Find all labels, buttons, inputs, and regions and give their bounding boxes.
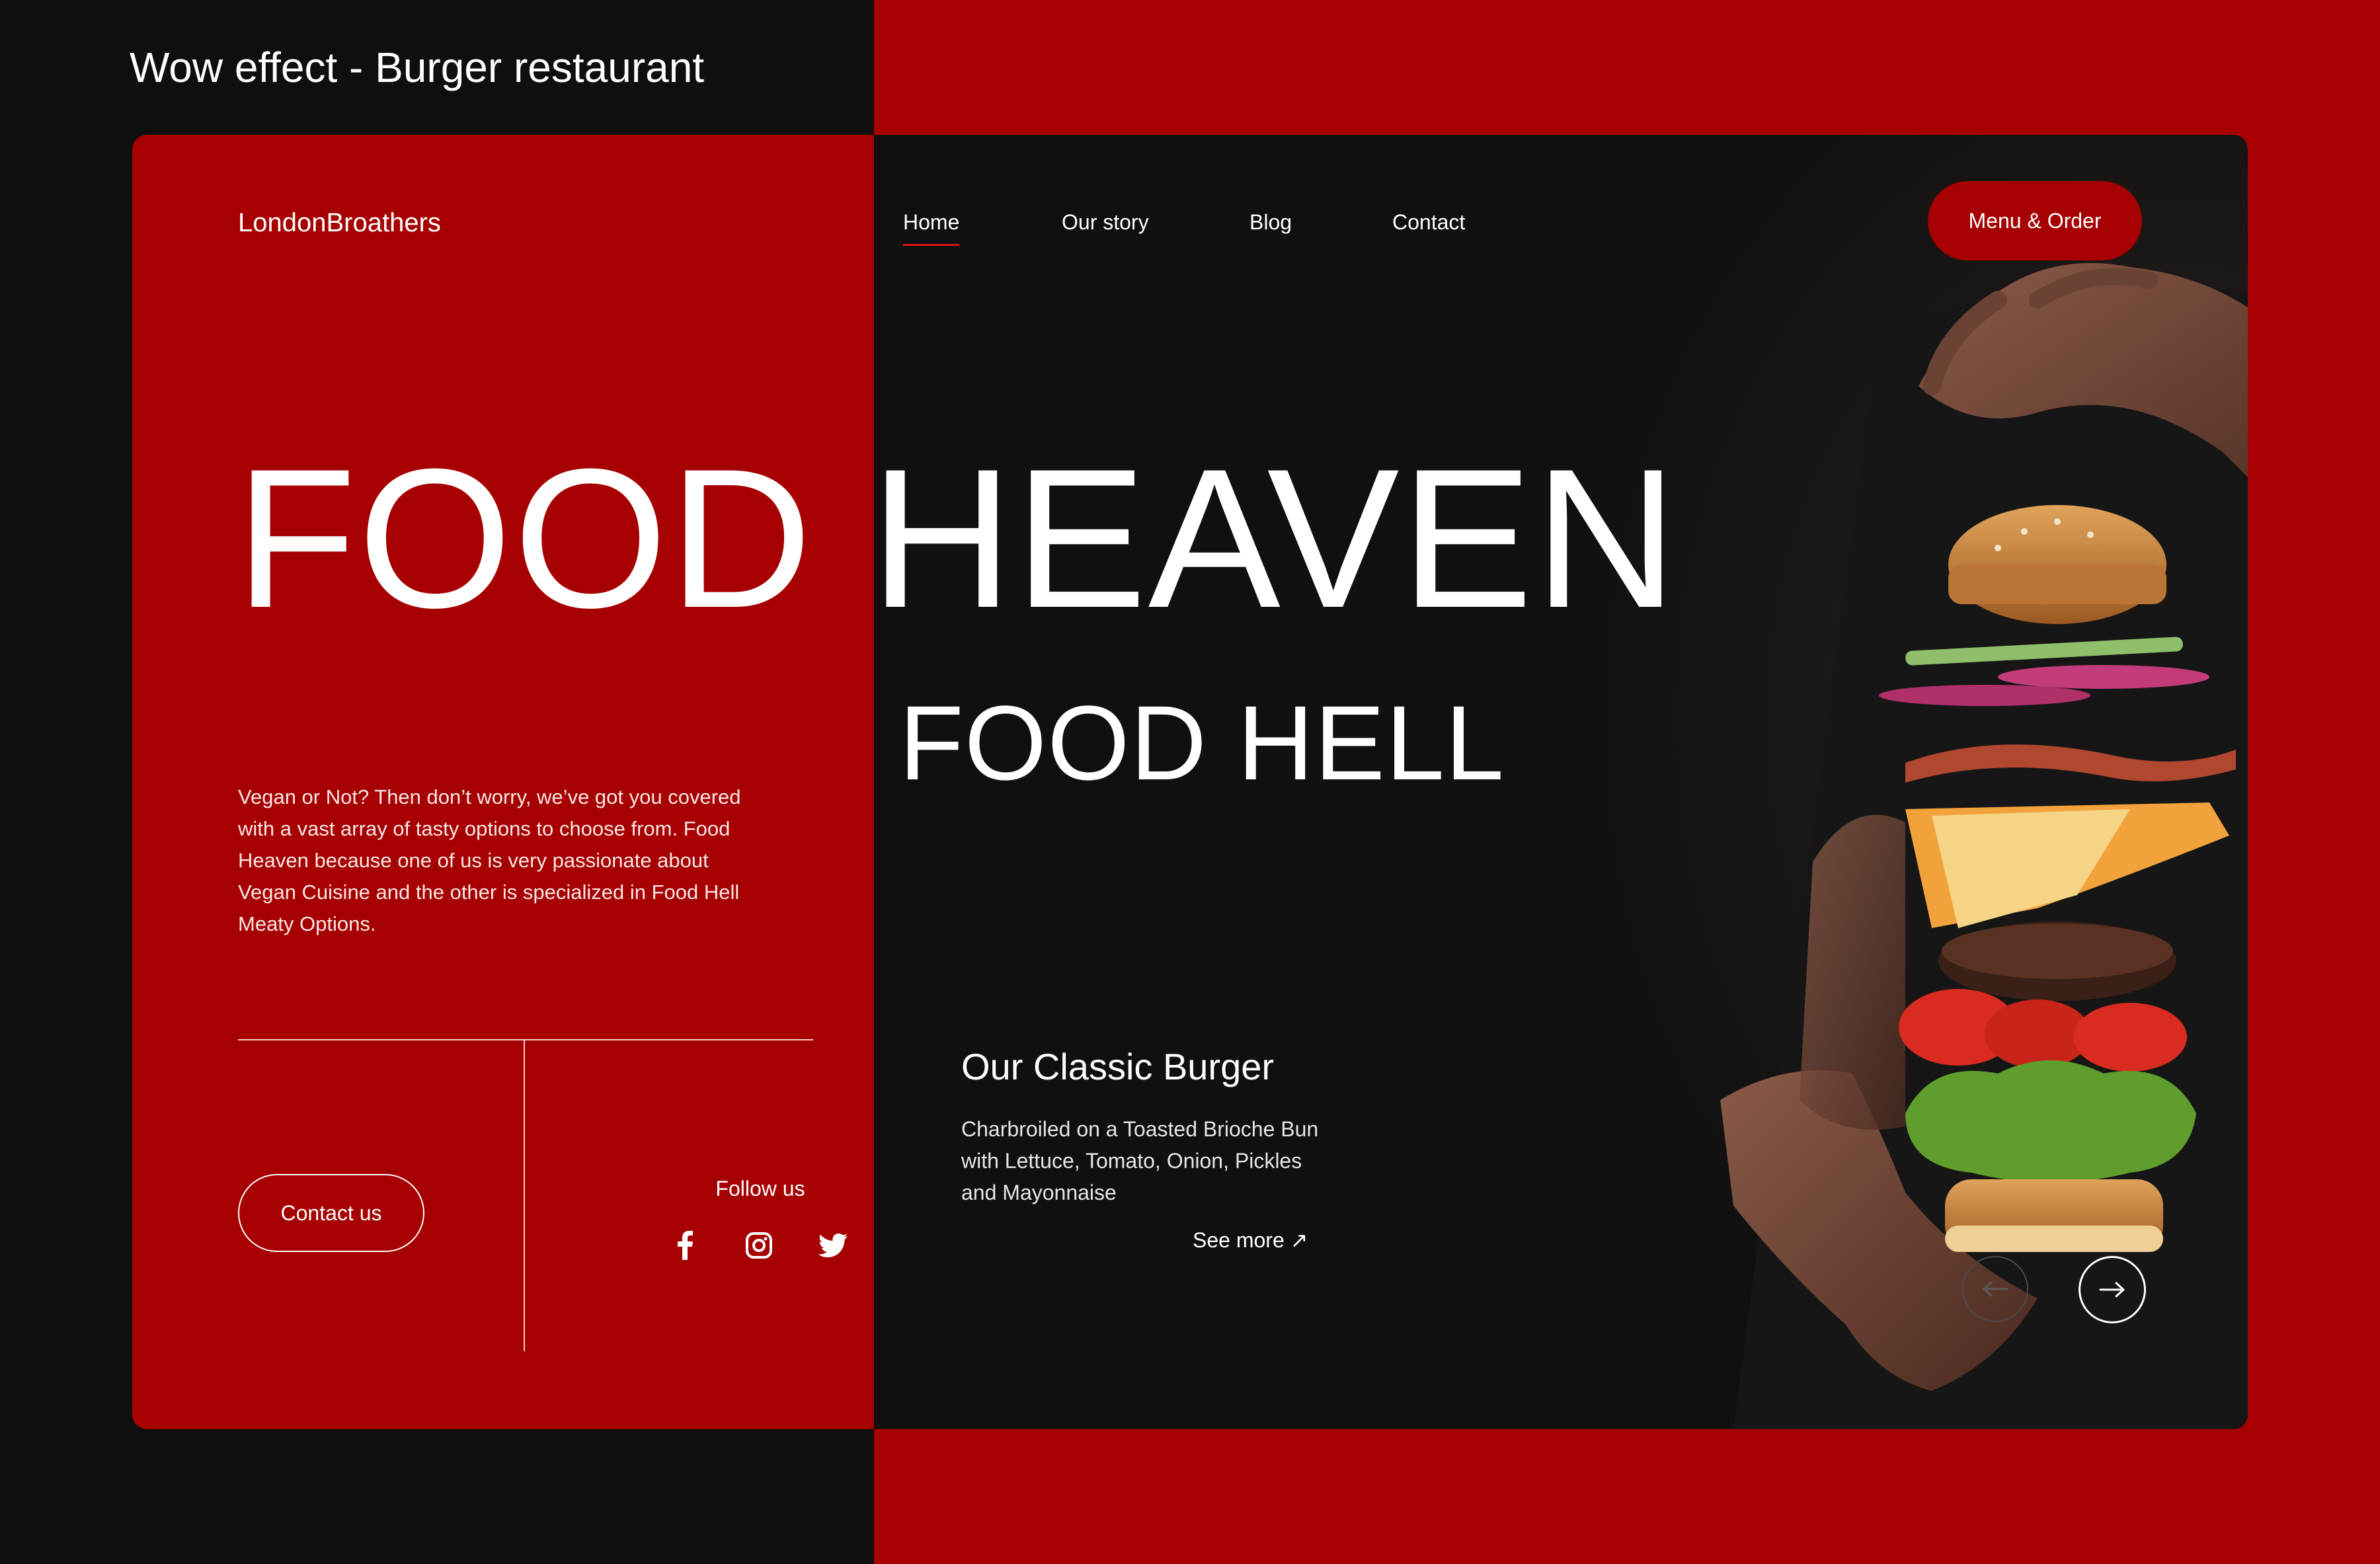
vertical-divider	[524, 1039, 525, 1351]
follow-us-label: Follow us	[715, 1177, 805, 1200]
brand-logo[interactable]: LondonBroathers	[238, 203, 441, 243]
landing-card: LondonBroathers Home Our story Blog Cont…	[132, 135, 2248, 1429]
menu-order-button[interactable]: Menu & Order	[1928, 181, 2142, 260]
contact-us-button[interactable]: Contact us	[238, 1174, 424, 1252]
nav-home[interactable]: Home	[903, 205, 960, 246]
feature-title: Our Classic Burger	[961, 1046, 1275, 1087]
arrow-left-icon	[1983, 1281, 2008, 1297]
see-more-link[interactable]: See more ↗	[1193, 1224, 1308, 1256]
hero-burger-image	[1535, 135, 2248, 1429]
twitter-icon[interactable]	[813, 1226, 853, 1265]
carousel-next-button[interactable]	[2079, 1256, 2146, 1323]
facebook-icon[interactable]	[665, 1226, 705, 1265]
feature-description: Charbroiled on a Toasted Brioche Bun wit…	[961, 1117, 1319, 1204]
carousel-prev-button[interactable]	[1962, 1256, 2028, 1322]
intro-text: Vegan or Not? Then don’t worry, we’ve go…	[238, 785, 741, 935]
nav-contact[interactable]: Contact	[1392, 205, 1465, 239]
instagram-icon[interactable]	[739, 1226, 779, 1265]
nav-our-story[interactable]: Our story	[1062, 205, 1149, 239]
page-caption: Wow effect - Burger restaurant	[130, 44, 705, 91]
arrow-right-icon	[2099, 1282, 2125, 1298]
nav-blog[interactable]: Blog	[1250, 205, 1292, 239]
hero-headline: FOOD HEAVEN	[235, 427, 1679, 649]
horizontal-divider	[238, 1039, 813, 1040]
hero-subheadline: FOOD HELL	[899, 684, 1505, 802]
